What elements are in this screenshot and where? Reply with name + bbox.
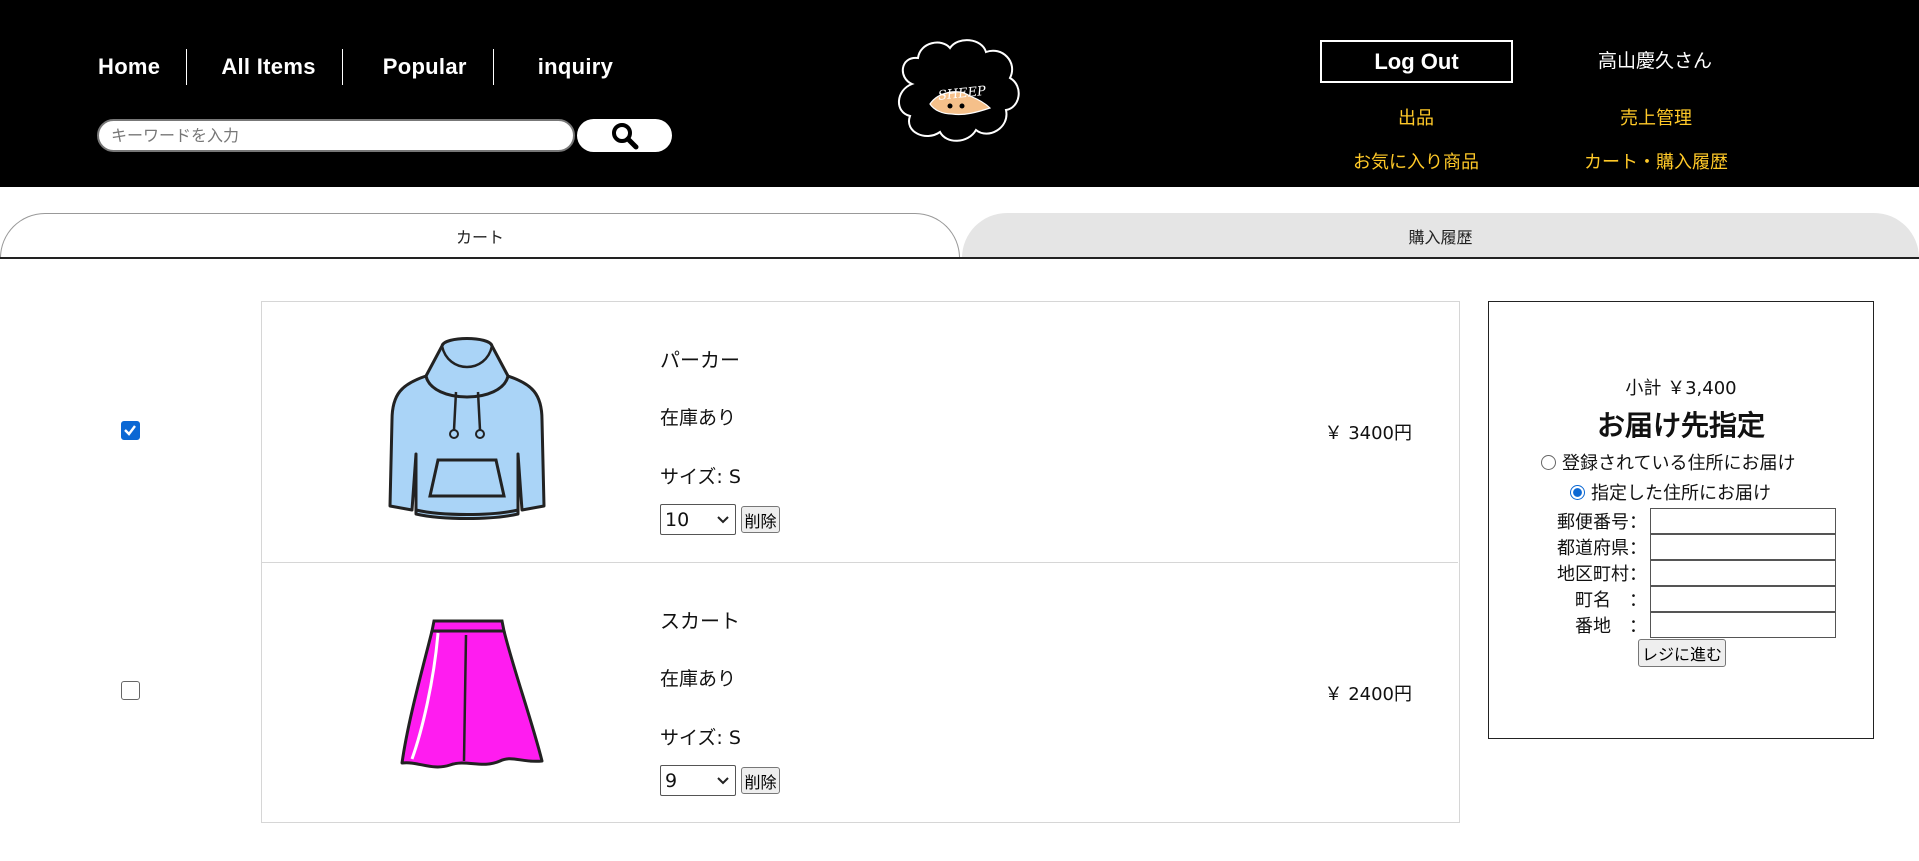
chevron-down-icon <box>717 776 729 784</box>
checkout-button[interactable]: レジに進む <box>1638 639 1726 667</box>
site-logo[interactable]: SHEEP <box>890 34 1026 148</box>
site-header: Home All Items Popular inquiry SHEEP Log… <box>0 0 1919 187</box>
quantity-select[interactable]: 9 <box>660 765 736 796</box>
quantity-value: 9 <box>665 769 678 792</box>
chevron-down-icon <box>717 515 729 523</box>
item-name: パーカー <box>660 348 740 372</box>
item-price: ￥ 2400円 <box>1324 684 1412 705</box>
subtotal: 小計 ￥3,400 <box>1625 378 1737 399</box>
nav-all-items[interactable]: All Items <box>186 49 341 85</box>
favorites-link[interactable]: お気に入り商品 <box>1306 148 1526 174</box>
prefecture-label: 都道府県： <box>1557 538 1647 559</box>
username: 高山慶久さん <box>1597 50 1712 72</box>
radio-label: 登録されている住所にお届け <box>1562 453 1796 474</box>
quantity-select[interactable]: 10 <box>660 504 736 535</box>
item-checkbox-hoodie[interactable] <box>121 421 140 440</box>
item-stock: 在庫あり <box>660 407 737 429</box>
street-number-field[interactable] <box>1650 612 1836 638</box>
postal-code-label: 郵便番号： <box>1557 512 1647 533</box>
hoodie-icon <box>388 337 546 520</box>
tab-purchase-history[interactable]: 購入履歴 <box>962 213 1919 258</box>
radio-button[interactable] <box>1541 454 1556 470</box>
nav-popular[interactable]: Popular <box>341 49 493 85</box>
delete-button[interactable]: 削除 <box>741 506 780 533</box>
sales-management-link[interactable]: 売上管理 <box>1546 104 1766 130</box>
cart-item-row: パーカー 在庫あり サイズ: S 10 削除 ￥ 3400円 <box>262 302 1458 562</box>
tab-history-label: 購入履歴 <box>1408 227 1473 247</box>
cart-history-link[interactable]: カート・購入履歴 <box>1546 148 1766 174</box>
skirt-icon <box>400 619 544 769</box>
tab-cart[interactable]: カート <box>0 213 960 258</box>
town-field[interactable] <box>1650 586 1836 612</box>
radio-specified-address[interactable]: 指定した住所にお届け <box>1570 479 1771 505</box>
tab-cart-label: カート <box>455 228 504 247</box>
postal-code-field[interactable] <box>1650 508 1836 534</box>
delete-button[interactable]: 削除 <box>741 767 780 794</box>
street-number-label: 番地 ： <box>1575 616 1647 637</box>
tab-divider <box>0 257 1919 259</box>
district-field[interactable] <box>1650 560 1836 586</box>
item-name: スカート <box>660 609 740 633</box>
item-stock: 在庫あり <box>660 668 737 690</box>
check-icon <box>124 425 136 436</box>
cart-list: パーカー 在庫あり サイズ: S 10 削除 ￥ 3400円 スカート 在庫あり… <box>261 301 1460 823</box>
item-price: ￥ 3400円 <box>1324 423 1412 444</box>
search-input[interactable] <box>97 119 575 152</box>
search-icon <box>611 122 638 149</box>
prefecture-field[interactable] <box>1650 534 1836 560</box>
nav-inquiry[interactable]: inquiry <box>492 49 639 85</box>
town-label: 町名 ： <box>1575 590 1647 611</box>
nav-home[interactable]: Home <box>80 49 186 85</box>
radio-label: 指定した住所にお届け <box>1591 483 1771 504</box>
district-label: 地区町村： <box>1557 564 1647 585</box>
search-button[interactable] <box>577 119 672 152</box>
delivery-title: お届け先指定 <box>1596 409 1765 442</box>
item-size: サイズ: S <box>660 466 741 488</box>
item-checkbox-skirt[interactable] <box>121 681 140 700</box>
radio-registered-address[interactable]: 登録されている住所にお届け <box>1541 449 1795 475</box>
logout-button[interactable]: Log Out <box>1320 40 1513 83</box>
radio-button-selected[interactable] <box>1570 484 1585 500</box>
main-nav: Home All Items Popular inquiry <box>80 48 639 86</box>
quantity-value: 10 <box>665 508 690 531</box>
cart-item-row: スカート 在庫あり サイズ: S 9 削除 ￥ 2400円 <box>262 562 1458 822</box>
order-summary-panel: 小計 ￥3,400 お届け先指定 登録されている住所にお届け 指定した住所にお届… <box>1488 301 1874 739</box>
sell-link[interactable]: 出品 <box>1306 104 1526 130</box>
item-size: サイズ: S <box>660 727 741 749</box>
sheep-cloud-logo-icon: SHEEP <box>898 39 1020 142</box>
